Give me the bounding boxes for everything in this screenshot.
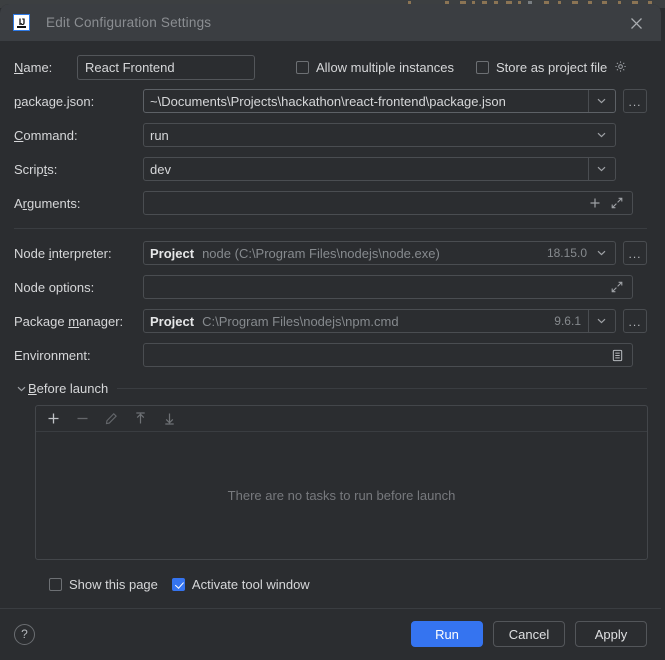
edit-task-button[interactable] — [102, 409, 121, 428]
package-manager-field[interactable]: Project C:\Program Files\nodejs\npm.cmd … — [143, 309, 616, 333]
move-up-button[interactable] — [131, 409, 150, 428]
environment-variables-icon[interactable] — [608, 346, 626, 364]
name-row: Name: Allow multiple instances Store as … — [14, 54, 647, 80]
node-interpreter-path: node (C:\Program Files\nodejs\node.exe) — [202, 245, 440, 261]
name-label: Name: — [14, 59, 53, 75]
package-manager-scope: Project — [150, 313, 195, 329]
arguments-label: Arguments: — [14, 195, 81, 211]
node-options-field[interactable] — [143, 275, 633, 299]
run-button[interactable]: Run — [411, 621, 483, 647]
name-input[interactable] — [77, 54, 255, 80]
command-value: run — [150, 127, 169, 143]
before-launch-title: Before launch — [28, 381, 109, 396]
command-chevron-down-icon[interactable] — [593, 132, 609, 138]
scripts-field[interactable]: dev — [143, 157, 616, 181]
environment-row: Environment: — [14, 343, 647, 367]
package-json-field[interactable]: ~\Documents\Projects\hackathon\react-fro… — [143, 89, 616, 113]
node-options-label: Node options: — [14, 279, 95, 295]
node-interpreter-row: Node interpreter: Project node (C:\Progr… — [14, 241, 647, 265]
bottom-options-row: Show this page Activate tool window — [49, 577, 647, 592]
node-interpreter-browse-button[interactable]: ... — [623, 241, 647, 265]
package-manager-label: Package manager: — [14, 313, 124, 329]
arguments-field[interactable] — [143, 191, 633, 215]
move-down-button[interactable] — [160, 409, 179, 428]
allow-multiple-instances-checkbox-box — [296, 60, 309, 74]
show-this-page-checkbox[interactable]: Show this page — [49, 577, 158, 592]
allow-multiple-instances-checkbox[interactable]: Allow multiple instances — [296, 60, 454, 75]
show-this-page-checkbox-box — [49, 578, 62, 591]
show-this-page-label: Show this page — [69, 577, 158, 592]
arguments-expand-icon[interactable] — [608, 194, 626, 212]
dialog-titlebar: IJ Edit Configuration Settings — [0, 4, 661, 41]
package-manager-browse-button[interactable]: ... — [623, 309, 647, 333]
before-launch-rule — [117, 388, 647, 389]
scripts-label: Scripts: — [14, 161, 58, 177]
store-as-project-file-label: Store as project file — [496, 59, 608, 75]
scripts-chevron-down-icon[interactable] — [593, 166, 609, 172]
package-manager-chevron-down-icon[interactable] — [593, 318, 609, 324]
dialog-title: Edit Configuration Settings — [46, 15, 212, 30]
activate-tool-window-checkbox-box — [171, 578, 185, 591]
remove-task-button[interactable] — [73, 409, 92, 428]
command-field[interactable]: run — [143, 123, 616, 147]
command-row: Command: run — [14, 123, 647, 147]
package-manager-version: 9.6.1 — [554, 314, 581, 328]
gear-icon[interactable] — [612, 58, 630, 76]
edit-configuration-dialog: IJ Edit Configuration Settings Name: All… — [0, 4, 661, 660]
package-json-row: package.json: ~\Documents\Projects\hacka… — [14, 89, 647, 113]
allow-multiple-instances-label: Allow multiple instances — [316, 59, 455, 75]
node-interpreter-label: Node interpreter: — [14, 245, 112, 261]
node-interpreter-field[interactable]: Project node (C:\Program Files\nodejs\no… — [143, 241, 616, 265]
command-label: Command: — [14, 127, 78, 143]
before-launch-toolbar — [36, 406, 647, 432]
activate-tool-window-label: Activate tool window — [191, 577, 310, 592]
dialog-footer: ? Run Cancel Apply — [0, 621, 661, 647]
help-button[interactable]: ? — [14, 623, 35, 645]
store-as-project-file-checkbox-box — [476, 60, 490, 74]
node-interpreter-scope: Project — [150, 245, 195, 261]
apply-button[interactable]: Apply — [575, 621, 647, 647]
footer-divider — [0, 608, 661, 609]
form-divider — [14, 228, 647, 229]
package-manager-row: Package manager: Project C:\Program File… — [14, 309, 647, 333]
before-launch-panel: There are no tasks to run before launch — [35, 405, 648, 560]
intellij-idea-icon: IJ — [13, 14, 30, 31]
scripts-value: dev — [150, 161, 171, 177]
package-manager-path: C:\Program Files\nodejs\npm.cmd — [202, 313, 399, 329]
environment-label: Environment: — [14, 347, 91, 363]
package-json-value: ~\Documents\Projects\hackathon\react-fro… — [150, 93, 506, 109]
package-json-chevron-down-icon[interactable] — [593, 98, 609, 104]
package-json-label: package.json: — [14, 93, 95, 109]
before-launch-section-header[interactable]: Before launch — [14, 381, 647, 396]
cancel-button[interactable]: Cancel — [493, 621, 565, 647]
activate-tool-window-checkbox[interactable]: Activate tool window — [171, 577, 310, 592]
arguments-row: Arguments: — [14, 191, 647, 215]
scripts-row: Scripts: dev — [14, 157, 647, 181]
close-icon[interactable] — [619, 10, 653, 36]
arguments-plus-icon[interactable] — [586, 194, 604, 212]
store-as-project-file-checkbox[interactable]: Store as project file — [476, 60, 607, 75]
before-launch-empty-text: There are no tasks to run before launch — [227, 488, 456, 503]
add-task-button[interactable] — [44, 409, 63, 428]
node-options-expand-icon[interactable] — [608, 278, 626, 296]
chevron-down-icon[interactable] — [14, 386, 28, 392]
package-json-browse-button[interactable]: ... — [623, 89, 647, 113]
node-interpreter-chevron-down-icon[interactable] — [593, 250, 609, 256]
node-interpreter-version: 18.15.0 — [546, 246, 587, 260]
node-options-row: Node options: — [14, 275, 647, 299]
environment-field[interactable] — [143, 343, 633, 367]
